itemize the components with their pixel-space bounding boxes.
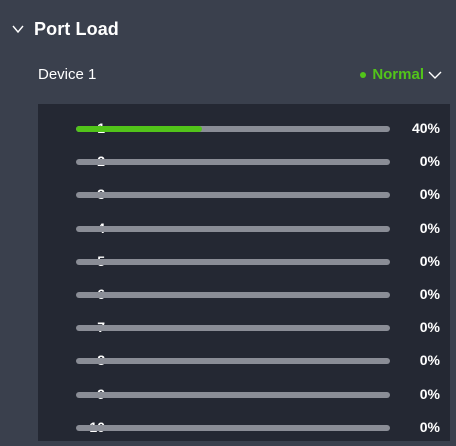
panel-header[interactable]: Port Load [0, 0, 456, 58]
port-row: 30% [38, 178, 450, 211]
port-row: 60% [38, 278, 450, 311]
chevron-down-icon[interactable] [12, 24, 24, 34]
port-load-percent: 0% [419, 286, 440, 302]
panel-title: Port Load [34, 19, 119, 39]
port-load-bar [76, 159, 390, 166]
port-row: 40% [38, 212, 450, 245]
port-load-bar [76, 225, 390, 232]
status-dot-icon [360, 71, 367, 78]
port-load-percent: 0% [419, 385, 440, 402]
port-load-bar [76, 325, 390, 332]
port-load-bar [76, 292, 390, 298]
port-row: 50% [38, 245, 450, 278]
port-row: 20% [38, 145, 450, 178]
port-load-bar [76, 424, 390, 431]
device-name: Device 1 [38, 66, 97, 83]
status-label: Normal [372, 66, 424, 83]
port-load-panel: Port Load Device 1 Normal 140%20%30%40%5… [0, 0, 456, 446]
device-row: Device 1 Normal [0, 58, 456, 94]
port-load-percent: 0% [419, 418, 440, 435]
port-row: 80% [38, 344, 450, 377]
port-row: 90% [38, 378, 450, 411]
port-load-bar [76, 126, 390, 132]
port-load-percent: 0% [419, 352, 440, 369]
port-load-percent: 0% [419, 153, 440, 170]
port-load-bar [76, 258, 390, 265]
port-load-percent: 0% [419, 252, 440, 269]
port-load-percent: 0% [419, 219, 440, 236]
port-load-bar [76, 358, 390, 365]
port-row: 70% [38, 311, 450, 344]
port-load-percent: 40% [411, 120, 440, 136]
port-load-fill [76, 126, 202, 132]
port-load-list: 140%20%30%40%50%60%70%80%90%100% [38, 104, 450, 441]
port-load-percent: 0% [419, 186, 440, 203]
chevron-down-icon[interactable] [428, 70, 442, 80]
status-dropdown[interactable]: Normal [360, 66, 442, 83]
port-load-bar [76, 192, 390, 199]
port-load-bar [76, 391, 390, 398]
port-load-percent: 0% [419, 319, 440, 336]
port-row: 140% [38, 112, 450, 145]
port-row: 100% [38, 411, 450, 444]
